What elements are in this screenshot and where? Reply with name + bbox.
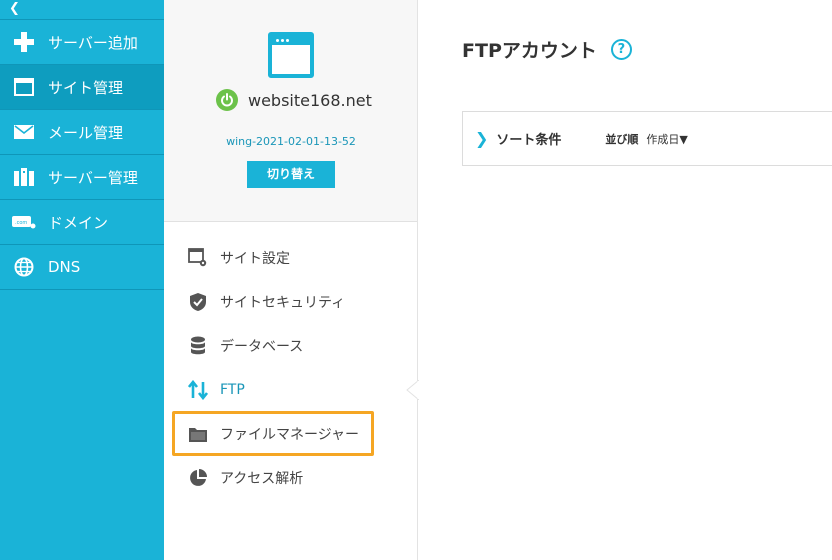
window-icon bbox=[0, 78, 48, 96]
pie-chart-icon bbox=[186, 466, 210, 490]
menu-item-site-security[interactable]: サイトセキュリティ bbox=[164, 280, 418, 324]
domain-icon: .com bbox=[0, 215, 48, 229]
nav-item-label: メール管理 bbox=[48, 123, 124, 142]
switch-site-button[interactable]: 切り替え bbox=[247, 161, 335, 188]
nav-collapse-button[interactable]: ❮ bbox=[0, 0, 164, 20]
menu-item-label: データベース bbox=[220, 339, 304, 355]
nav-item-label: サーバー管理 bbox=[48, 168, 138, 187]
menu-item-site-settings[interactable]: サイト設定 bbox=[164, 236, 418, 280]
nav-item-label: DNS bbox=[48, 258, 81, 276]
site-name-row: website168.net bbox=[216, 89, 372, 111]
nav-item-mail-management[interactable]: メール管理 bbox=[0, 110, 164, 155]
nav-item-domain[interactable]: .com ドメイン bbox=[0, 200, 164, 245]
folder-icon bbox=[186, 422, 210, 446]
chevron-right-icon: ❯ bbox=[475, 129, 489, 148]
menu-item-label: サイト設定 bbox=[220, 251, 290, 267]
help-icon[interactable]: ? bbox=[610, 39, 632, 60]
server-icon bbox=[0, 167, 48, 187]
current-pointer-icon bbox=[406, 380, 419, 400]
sort-panel[interactable]: ❯ ソート条件 並び順 作成日▼ bbox=[462, 111, 832, 166]
menu-item-file-manager[interactable]: ファイルマネージャー bbox=[164, 412, 418, 456]
transfer-arrows-icon bbox=[186, 378, 210, 402]
site-settings-icon bbox=[186, 246, 210, 270]
menu-item-label: ファイルマネージャー bbox=[220, 427, 360, 443]
site-card: website168.net wing-2021-02-01-13-52 切り替… bbox=[164, 0, 417, 222]
nav-item-label: サーバー追加 bbox=[48, 33, 138, 52]
main-content: FTPアカウント ? ❯ ソート条件 並び順 作成日▼ bbox=[418, 0, 832, 560]
nav-item-server-management[interactable]: サーバー管理 bbox=[0, 155, 164, 200]
page-title: FTPアカウント bbox=[462, 40, 597, 62]
site-panel: website168.net wing-2021-02-01-13-52 切り替… bbox=[164, 0, 418, 560]
page-title-row: FTPアカウント ? bbox=[462, 36, 632, 63]
mail-icon bbox=[0, 125, 48, 139]
sort-order-select[interactable]: 作成日▼ bbox=[646, 131, 687, 147]
globe-icon bbox=[0, 257, 48, 277]
nav-item-dns[interactable]: DNS bbox=[0, 245, 164, 290]
plus-icon bbox=[0, 31, 48, 53]
nav-item-add-server[interactable]: サーバー追加 bbox=[0, 20, 164, 65]
svg-text:.com: .com bbox=[15, 220, 27, 226]
nav-item-site-management[interactable]: サイト管理 bbox=[0, 65, 164, 110]
menu-item-label: アクセス解析 bbox=[220, 471, 304, 487]
nav-item-label: サイト管理 bbox=[48, 78, 124, 97]
main-nav: ❮ サーバー追加 サイト管理 メール管理 サーバー管理 .com ドメイン DN… bbox=[0, 0, 164, 560]
site-id: wing-2021-02-01-13-52 bbox=[226, 135, 356, 148]
menu-item-label: FTP bbox=[220, 382, 245, 398]
menu-item-database[interactable]: データベース bbox=[164, 324, 418, 368]
shield-check-icon bbox=[186, 290, 210, 314]
menu-item-label: サイトセキュリティ bbox=[220, 295, 346, 311]
menu-item-access-analytics[interactable]: アクセス解析 bbox=[164, 456, 418, 500]
power-status-icon bbox=[216, 89, 238, 111]
database-icon bbox=[186, 334, 210, 358]
site-window-icon bbox=[268, 32, 314, 78]
menu-item-ftp[interactable]: FTP bbox=[164, 368, 418, 412]
site-menu: サイト設定 サイトセキュリティ データベース FTP ファイルマネージャー アク… bbox=[164, 236, 418, 500]
site-name: website168.net bbox=[248, 90, 372, 110]
nav-item-label: ドメイン bbox=[48, 213, 109, 232]
sort-order-label: 並び順 bbox=[605, 132, 639, 146]
sort-title: ソート条件 bbox=[496, 133, 562, 148]
